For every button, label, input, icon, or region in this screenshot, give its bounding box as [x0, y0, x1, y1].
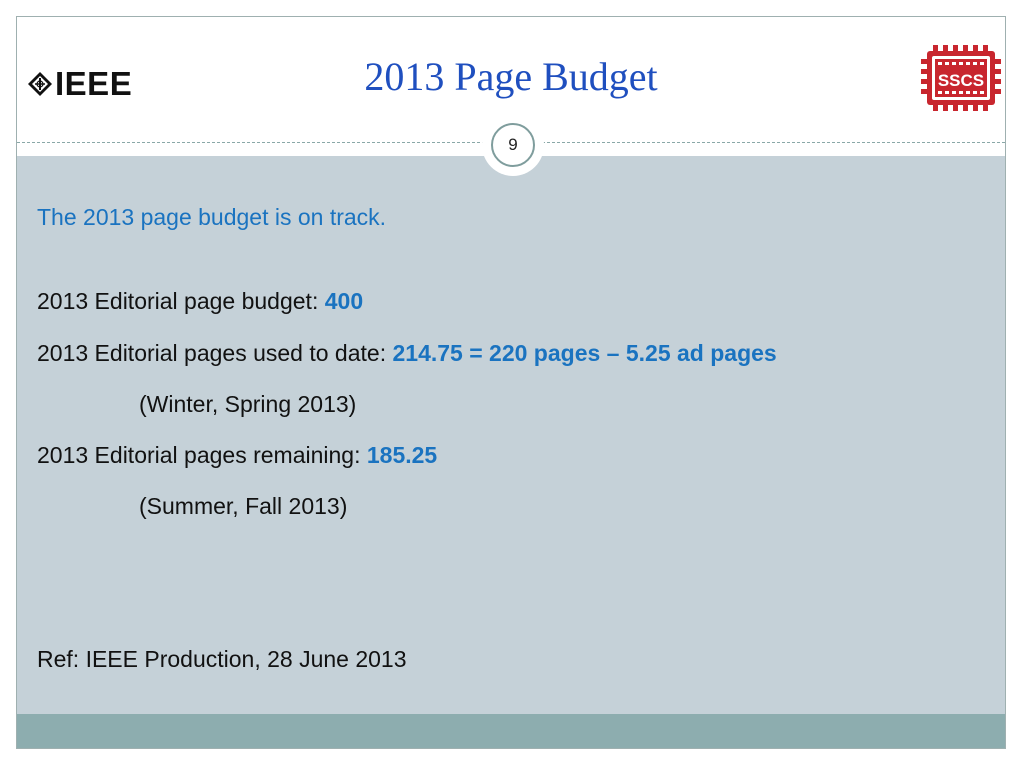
budget-value: 400	[324, 288, 364, 314]
slide-body: The 2013 page budget is on track. 2013 E…	[17, 156, 1005, 716]
remaining-note: (Summer, Fall 2013)	[139, 493, 348, 519]
remaining-label: 2013 Editorial pages remaining:	[37, 442, 367, 468]
used-note: (Winter, Spring 2013)	[139, 391, 357, 417]
remaining-line: 2013 Editorial pages remaining: 185.25	[37, 442, 437, 469]
used-label: 2013 Editorial pages used to date:	[37, 340, 393, 366]
used-value: 214.75 = 220 pages – 5.25 ad pages	[392, 340, 777, 366]
footer-bar	[17, 714, 1005, 748]
used-line: 2013 Editorial pages used to date: 214.7…	[37, 340, 777, 367]
reference-text: Ref: IEEE Production, 28 June 2013	[37, 646, 407, 672]
sscs-chip-icon: SSCS	[921, 45, 1001, 111]
remaining-value: 185.25	[366, 442, 438, 468]
sscs-logo-text: SSCS	[938, 71, 984, 90]
sscs-logo: SSCS	[921, 45, 1001, 116]
intro-text: The 2013 page budget is on track.	[37, 204, 387, 230]
page-number-badge: 9	[482, 114, 544, 176]
slide-title: 2013 Page Budget	[364, 54, 658, 99]
budget-label: 2013 Editorial page budget:	[37, 288, 325, 314]
budget-line: 2013 Editorial page budget: 400	[37, 288, 363, 315]
slide: IEEE 2013 Page Budget SSCS The 2013 page…	[16, 16, 1006, 749]
page-number: 9	[491, 123, 535, 167]
